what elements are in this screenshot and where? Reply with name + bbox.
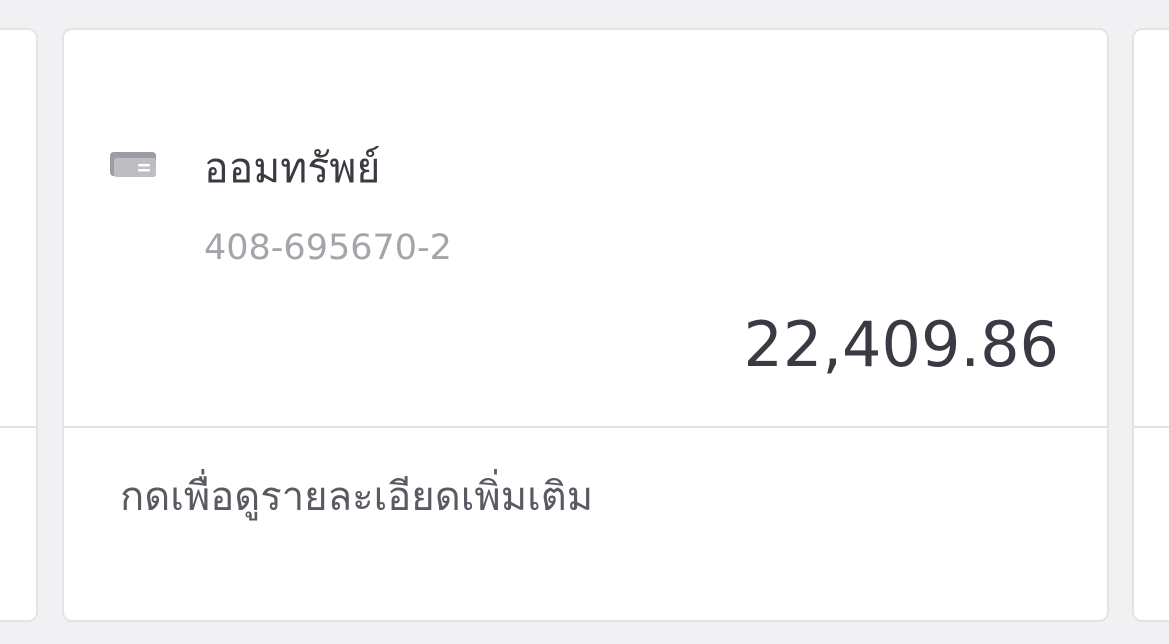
account-card[interactable]: ออมทรัพย์ 408-695670-2 22,409.86 กดเพื่อ… — [62, 28, 1109, 622]
card-divider — [1134, 426, 1169, 428]
next-account-card[interactable] — [1132, 28, 1169, 622]
view-details-link[interactable]: กดเพื่อดูรายละเอียดเพิ่มเติม — [120, 464, 593, 528]
account-balance: 22,409.86 — [743, 308, 1059, 381]
account-number: 408-695670-2 — [204, 228, 452, 268]
account-name: ออมทรัพย์ — [204, 144, 381, 192]
previous-account-card[interactable] — [0, 28, 38, 622]
card-divider — [0, 426, 36, 428]
card-divider — [64, 426, 1107, 428]
card-icon — [108, 146, 158, 182]
